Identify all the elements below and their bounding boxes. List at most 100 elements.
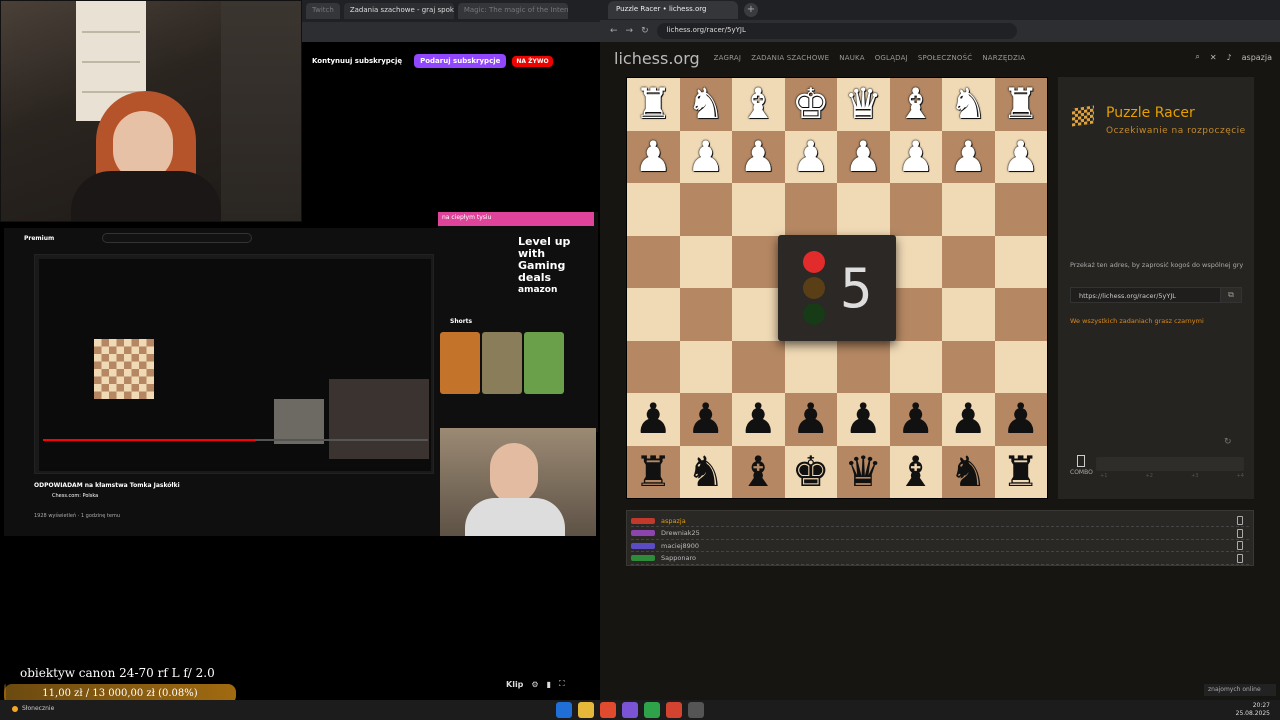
black-pawn-piece[interactable]: ♟ <box>897 398 935 440</box>
browser-icon[interactable] <box>666 702 682 718</box>
board-square[interactable]: ♟ <box>994 130 1047 183</box>
board-square[interactable] <box>732 183 785 236</box>
board-square[interactable]: ♚ <box>784 445 837 498</box>
short-thumbnail[interactable] <box>524 332 564 394</box>
board-square[interactable] <box>627 288 680 341</box>
start-icon[interactable] <box>556 702 572 718</box>
settings-icon[interactable]: ⚙ <box>531 680 538 689</box>
system-tray-clock[interactable]: 20:27 25.08.2025 <box>1236 702 1270 718</box>
short-thumbnail[interactable] <box>440 332 480 394</box>
board-square[interactable] <box>837 183 890 236</box>
board-square[interactable] <box>679 288 732 341</box>
board-square[interactable]: ♟ <box>889 393 942 446</box>
white-pawn-piece[interactable]: ♟ <box>844 135 882 178</box>
address-bar[interactable]: lichess.org/racer/5yYJL <box>656 23 1017 39</box>
board-square[interactable] <box>942 340 995 393</box>
white-knight-piece[interactable]: ♞ <box>949 83 987 125</box>
chrome-icon[interactable] <box>600 702 616 718</box>
black-rook-piece[interactable]: ♜ <box>1002 450 1040 493</box>
board-square[interactable]: ♟ <box>784 130 837 183</box>
channel-name[interactable]: Chess.com: Polska <box>52 493 98 499</box>
board-square[interactable]: ♟ <box>732 130 785 183</box>
white-pawn-piece[interactable]: ♟ <box>792 135 830 178</box>
white-knight-piece[interactable]: ♞ <box>687 83 725 125</box>
spotify-icon[interactable] <box>644 702 660 718</box>
tab-puzzle-racer[interactable]: Puzzle Racer • lichess.org <box>608 1 738 19</box>
twitch-address-bar[interactable] <box>302 22 600 42</box>
board-square[interactable] <box>942 235 995 288</box>
youtube-logo[interactable]: Premium <box>24 235 54 242</box>
board-square[interactable]: ♟ <box>889 130 942 183</box>
browser-tab[interactable]: Twitch <box>306 3 340 19</box>
black-bishop-piece[interactable]: ♝ <box>739 450 777 493</box>
copy-icon[interactable]: ⧉ <box>1220 287 1242 303</box>
white-pawn-piece[interactable]: ♟ <box>897 135 935 178</box>
friends-online-tag[interactable]: znajomych online <box>1204 684 1276 696</box>
board-square[interactable] <box>994 235 1047 288</box>
username[interactable]: aspazja <box>1242 53 1272 62</box>
search-icon[interactable]: ⌕ <box>1195 52 1199 62</box>
board-square[interactable] <box>679 183 732 236</box>
board-square[interactable]: ♞ <box>679 78 732 131</box>
white-pawn-piece[interactable]: ♟ <box>739 135 777 178</box>
board-square[interactable] <box>889 235 942 288</box>
reload-icon[interactable]: ↻ <box>641 26 649 36</box>
board-square[interactable]: ♟ <box>942 393 995 446</box>
clip-button[interactable]: Klip <box>506 680 523 689</box>
theatre-mode-icon[interactable]: ▮ <box>547 680 551 689</box>
board-square[interactable] <box>732 288 785 341</box>
board-square[interactable]: ♞ <box>679 445 732 498</box>
board-square[interactable] <box>784 183 837 236</box>
board-square[interactable] <box>837 340 890 393</box>
refresh-icon[interactable]: ↻ <box>1224 437 1232 447</box>
board-square[interactable] <box>627 235 680 288</box>
black-queen-piece[interactable]: ♛ <box>844 450 882 493</box>
board-square[interactable] <box>994 288 1047 341</box>
new-tab-icon[interactable]: + <box>744 3 758 17</box>
board-square[interactable] <box>889 183 942 236</box>
board-square[interactable] <box>994 340 1047 393</box>
board-square[interactable]: ♟ <box>942 130 995 183</box>
nav-play[interactable]: ZAGRAJ <box>714 54 742 62</box>
black-knight-piece[interactable]: ♞ <box>687 450 725 493</box>
board-square[interactable] <box>942 183 995 236</box>
board-square[interactable] <box>732 340 785 393</box>
board-square[interactable]: ♟ <box>679 393 732 446</box>
board-square[interactable]: ♟ <box>679 130 732 183</box>
white-pawn-piece[interactable]: ♟ <box>687 135 725 178</box>
board-square[interactable]: ♟ <box>837 393 890 446</box>
forward-icon[interactable]: → <box>626 26 634 36</box>
black-king-piece[interactable]: ♚ <box>792 450 830 493</box>
board-square[interactable] <box>889 288 942 341</box>
board-square[interactable] <box>732 235 785 288</box>
board-square[interactable]: ♜ <box>994 445 1047 498</box>
board-square[interactable]: ♞ <box>942 78 995 131</box>
board-square[interactable] <box>994 183 1047 236</box>
white-pawn-piece[interactable]: ♟ <box>634 135 672 178</box>
black-pawn-piece[interactable]: ♟ <box>844 398 882 440</box>
board-square[interactable] <box>679 235 732 288</box>
invite-url-field[interactable]: https://lichess.org/racer/5yYJL <box>1070 287 1230 303</box>
board-square[interactable]: ♛ <box>837 78 890 131</box>
black-pawn-piece[interactable]: ♟ <box>949 398 987 440</box>
nav-puzzles[interactable]: ZADANIA SZACHOWE <box>751 54 829 62</box>
video-progress-bar[interactable] <box>43 439 428 441</box>
short-thumbnail[interactable] <box>482 332 522 394</box>
board-square[interactable]: ♟ <box>627 393 680 446</box>
board-square[interactable]: ♟ <box>732 393 785 446</box>
white-king-piece[interactable]: ♚ <box>792 83 830 125</box>
white-queen-piece[interactable]: ♛ <box>844 83 882 125</box>
white-pawn-piece[interactable]: ♟ <box>949 135 987 178</box>
board-square[interactable]: ♝ <box>732 445 785 498</box>
board-square[interactable]: ♞ <box>942 445 995 498</box>
white-bishop-piece[interactable]: ♝ <box>739 83 777 125</box>
nav-tools[interactable]: NARZĘDZIA <box>982 54 1025 62</box>
nav-community[interactable]: SPOŁECZNOŚĆ <box>918 54 973 62</box>
discord-icon[interactable] <box>622 702 638 718</box>
nav-learn[interactable]: NAUKA <box>839 54 864 62</box>
white-bishop-piece[interactable]: ♝ <box>897 83 935 125</box>
white-rook-piece[interactable]: ♜ <box>634 83 672 125</box>
board-square[interactable]: ♟ <box>784 393 837 446</box>
app-icon[interactable] <box>688 702 704 718</box>
board-square[interactable]: ♛ <box>837 445 890 498</box>
